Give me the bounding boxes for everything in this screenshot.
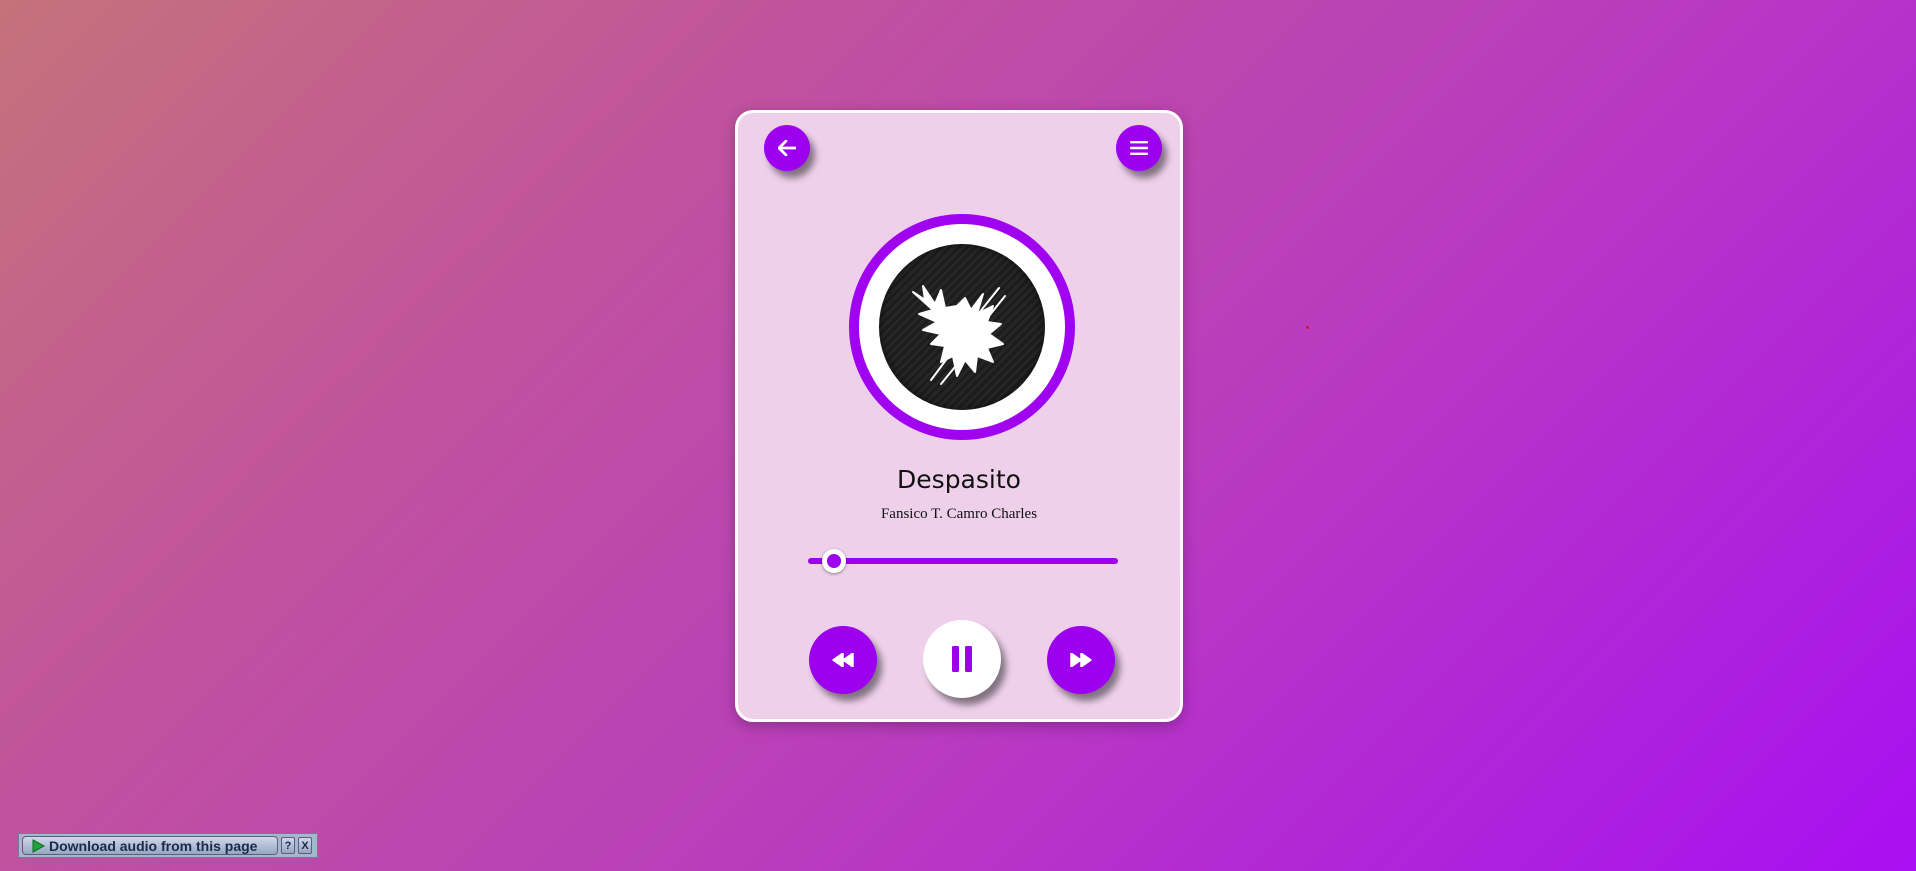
album-art-disc: [849, 214, 1075, 440]
back-button[interactable]: [764, 125, 810, 171]
song-title: Despasito: [897, 465, 1021, 494]
download-audio-toolbar: Download audio from this page ? X: [18, 833, 318, 858]
sound-wave-art: [912, 285, 1006, 385]
download-audio-button[interactable]: Download audio from this page: [22, 836, 278, 855]
backward-icon: [832, 653, 854, 667]
close-button[interactable]: X: [298, 837, 312, 854]
next-track-button[interactable]: [1047, 626, 1115, 694]
help-button[interactable]: ?: [281, 837, 295, 854]
pause-icon: [952, 646, 972, 672]
song-artist: Fansico T. Camro Charles: [880, 506, 1038, 522]
menu-button[interactable]: [1116, 125, 1162, 171]
arrow-left-icon: [778, 140, 796, 156]
download-audio-label: Download audio from this page: [49, 837, 258, 854]
play-pause-button[interactable]: [923, 620, 1001, 698]
forward-icon: [1070, 653, 1092, 667]
hamburger-menu-icon: [1130, 141, 1148, 155]
red-dot: [1306, 326, 1309, 329]
previous-track-button[interactable]: [809, 626, 877, 694]
album-art-image: [879, 244, 1045, 410]
music-player-card: Despasito Fansico T. Camro Charles: [735, 110, 1183, 722]
play-triangle-icon: [32, 838, 45, 853]
progress-thumb[interactable]: [821, 549, 846, 573]
progress-slider[interactable]: [808, 549, 1118, 573]
